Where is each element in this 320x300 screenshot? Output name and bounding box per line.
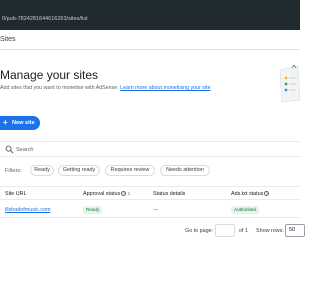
page-description: Add sites that you want to monetise with… <box>0 85 211 91</box>
go-to-page-label: Go to page: <box>185 228 214 234</box>
search-icon <box>5 145 14 154</box>
column-site-url[interactable]: Site URL <box>5 191 27 197</box>
new-site-button[interactable]: + New site <box>0 116 40 130</box>
app-header: Sites <box>0 30 300 50</box>
breadcrumb: Sites <box>0 36 16 43</box>
table-row: illshadofmusic.com Ready — Authorised <box>0 202 300 218</box>
sites-illustration <box>279 64 301 103</box>
site-url-link[interactable]: illshadofmusic.com <box>5 207 51 213</box>
learn-more-link[interactable]: Learn more about monetising your site <box>120 85 210 91</box>
filters-label: Filters: <box>5 168 22 174</box>
show-rows-label: Show rows: <box>256 228 284 234</box>
filter-chip-requires-review[interactable]: Requires review <box>105 165 155 176</box>
rows-per-page-select[interactable]: 50 <box>285 224 305 237</box>
filter-chip-ready[interactable]: Ready <box>30 165 54 176</box>
approval-status-badge: Ready <box>83 206 103 214</box>
search-input[interactable] <box>16 145 136 154</box>
url-text[interactable]: 0/pub-7824281644616263/sites/list <box>2 16 88 22</box>
help-icon[interactable]: ? <box>121 191 127 197</box>
search-bar <box>0 141 300 157</box>
page-title: Manage your sites <box>0 68 99 82</box>
browser-url-bar[interactable]: 0/pub-7824281644616263/sites/list <box>0 0 300 30</box>
pagination: Go to page: of 1 Show rows: 50 <box>0 222 305 240</box>
ads-txt-status-badge: Authorised <box>231 206 259 214</box>
new-site-label: New site <box>12 120 35 126</box>
help-icon[interactable]: ? <box>264 191 270 197</box>
filter-chip-getting-ready[interactable]: Getting ready <box>58 165 100 176</box>
table-header: Site URL Approval status? ↕ Status detai… <box>0 186 300 200</box>
column-status-details: Status details <box>153 191 186 197</box>
column-ads-txt-status[interactable]: Ads.txt status? <box>231 191 270 197</box>
filter-chip-needs-attention[interactable]: Needs attention <box>160 165 210 176</box>
page-count-label: of 1 <box>239 228 248 234</box>
status-details-cell: — <box>153 207 159 213</box>
page-number-input[interactable] <box>215 224 235 237</box>
sort-icon[interactable]: ↕ <box>128 191 131 197</box>
description-text: Add sites that you want to monetise with… <box>0 85 119 91</box>
column-approval-status[interactable]: Approval status? ↕ <box>83 191 130 197</box>
plus-icon: + <box>3 118 8 127</box>
